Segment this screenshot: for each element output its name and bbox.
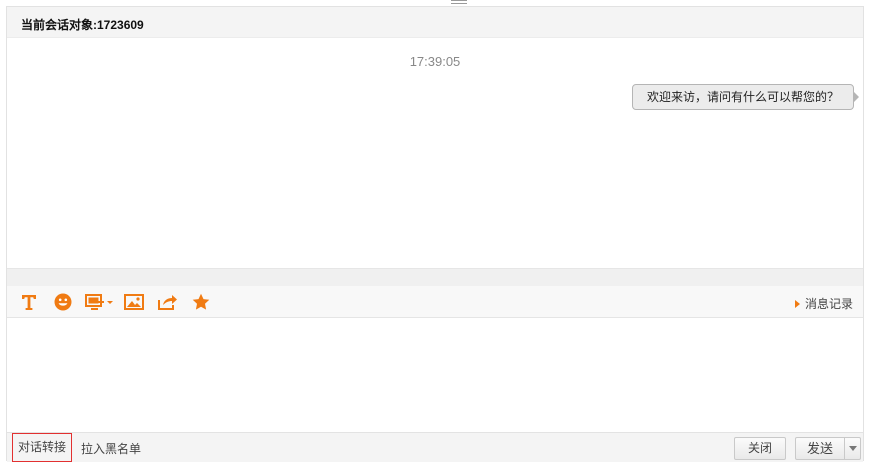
message-item: 欢迎来访，请问有什么可以帮您的？ <box>631 84 859 110</box>
message-bubble: 欢迎来访，请问有什么可以帮您的？ <box>631 84 854 110</box>
share-icon[interactable] <box>157 293 177 311</box>
message-input[interactable] <box>7 318 863 432</box>
divider-band <box>7 268 863 286</box>
message-history-label: 消息记录 <box>804 297 853 311</box>
caret-right-icon <box>794 299 800 308</box>
star-icon[interactable] <box>191 293 211 311</box>
send-button[interactable]: 发送 <box>796 438 844 459</box>
conversation-target-title: 当前会话对象:1723609 <box>21 18 144 32</box>
add-to-blacklist-button[interactable]: 拉入黑名单 <box>81 440 141 457</box>
chevron-down-icon <box>848 446 857 451</box>
chat-window: 当前会话对象:1723609 17:39:05 欢迎来访，请问有什么可以帮您的？ <box>6 6 864 462</box>
chat-header: 当前会话对象:1723609 <box>7 7 863 38</box>
transfer-conversation-button[interactable]: 对话转接 <box>12 433 73 462</box>
message-timestamp: 17:39:05 <box>409 54 461 69</box>
chat-footer: 对话转接 拉入黑名单 关闭 发送 <box>7 432 863 462</box>
send-button-group: 发送 <box>795 437 861 460</box>
resize-grip[interactable] <box>451 0 467 5</box>
send-options-dropdown[interactable] <box>844 438 860 459</box>
screenshot-icon[interactable] <box>85 293 113 311</box>
editor-toolbar: 消息记录 <box>7 286 863 318</box>
bubble-tail <box>853 91 859 103</box>
emoji-icon[interactable] <box>53 293 73 311</box>
image-icon[interactable] <box>124 293 144 311</box>
message-history-link[interactable]: 消息记录 <box>794 295 853 312</box>
message-list[interactable]: 17:39:05 欢迎来访，请问有什么可以帮您的？ <box>7 38 863 268</box>
font-icon[interactable] <box>19 293 39 311</box>
close-button[interactable]: 关闭 <box>734 437 786 460</box>
